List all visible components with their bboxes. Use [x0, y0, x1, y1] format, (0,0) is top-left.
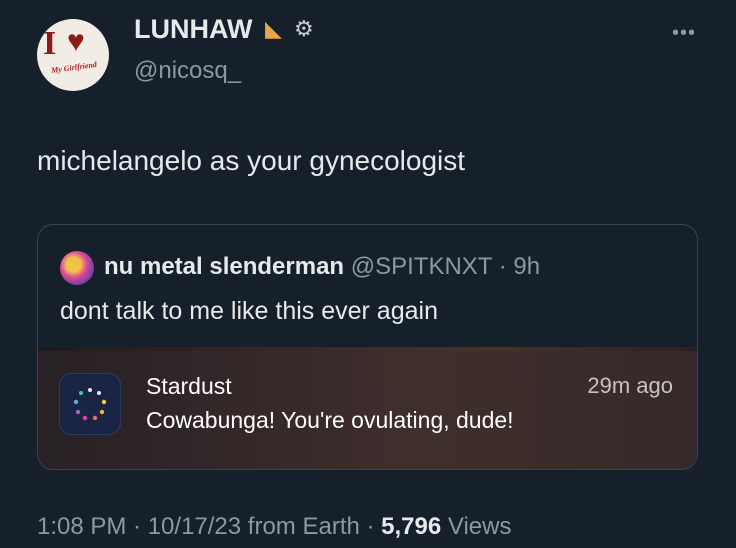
pizza-icon: ◣	[265, 16, 282, 41]
notification-banner: Stardust 29m ago Cowabunga! You're ovula…	[38, 351, 697, 469]
tweet-timestamp[interactable]: 1:08 PM · 10/17/23 from Earth ·	[37, 513, 381, 540]
heart-icon: ♥	[67, 25, 85, 58]
gear-icon: ⚙	[294, 16, 314, 41]
tweet-meta: 1:08 PM · 10/17/23 from Earth · 5,796 Vi…	[37, 513, 511, 541]
quoted-author-avatar	[60, 251, 94, 285]
stardust-app-icon	[59, 373, 121, 435]
avatar-letter: I	[43, 25, 56, 62]
more-options-icon[interactable]: •••	[672, 22, 696, 45]
name-emoji-group: ◣ ⚙	[265, 16, 314, 42]
notification-app-name: Stardust	[146, 373, 232, 399]
quoted-tweet-media[interactable]: Stardust 29m ago Cowabunga! You're ovula…	[38, 347, 697, 469]
author-avatar[interactable]: I ♥ My Girlfriend	[37, 19, 109, 91]
quoted-tweet-text: dont talk to me like this ever again	[60, 297, 438, 325]
views-label: Views	[441, 513, 512, 540]
notification-time: 29m ago	[587, 373, 673, 398]
author-display-name[interactable]: LUNHAW	[134, 14, 252, 45]
quoted-tweet-card[interactable]: nu metal slenderman @SPITKNXT · 9h dont …	[37, 224, 698, 470]
quoted-author-handle-time: @SPITKNXT · 9h	[350, 253, 541, 280]
quoted-author-line: nu metal slenderman @SPITKNXT · 9h	[104, 253, 540, 281]
views-count: 5,796	[381, 513, 442, 540]
author-handle[interactable]: @nicosq_	[134, 57, 241, 85]
tweet-text: michelangelo as your gynecologist	[37, 145, 466, 176]
quoted-author-name: nu metal slenderman	[104, 253, 345, 280]
notification-body: Cowabunga! You're ovulating, dude!	[146, 407, 514, 433]
avatar-caption: My Girlfriend	[50, 59, 98, 76]
color-ring-icon	[73, 388, 107, 421]
